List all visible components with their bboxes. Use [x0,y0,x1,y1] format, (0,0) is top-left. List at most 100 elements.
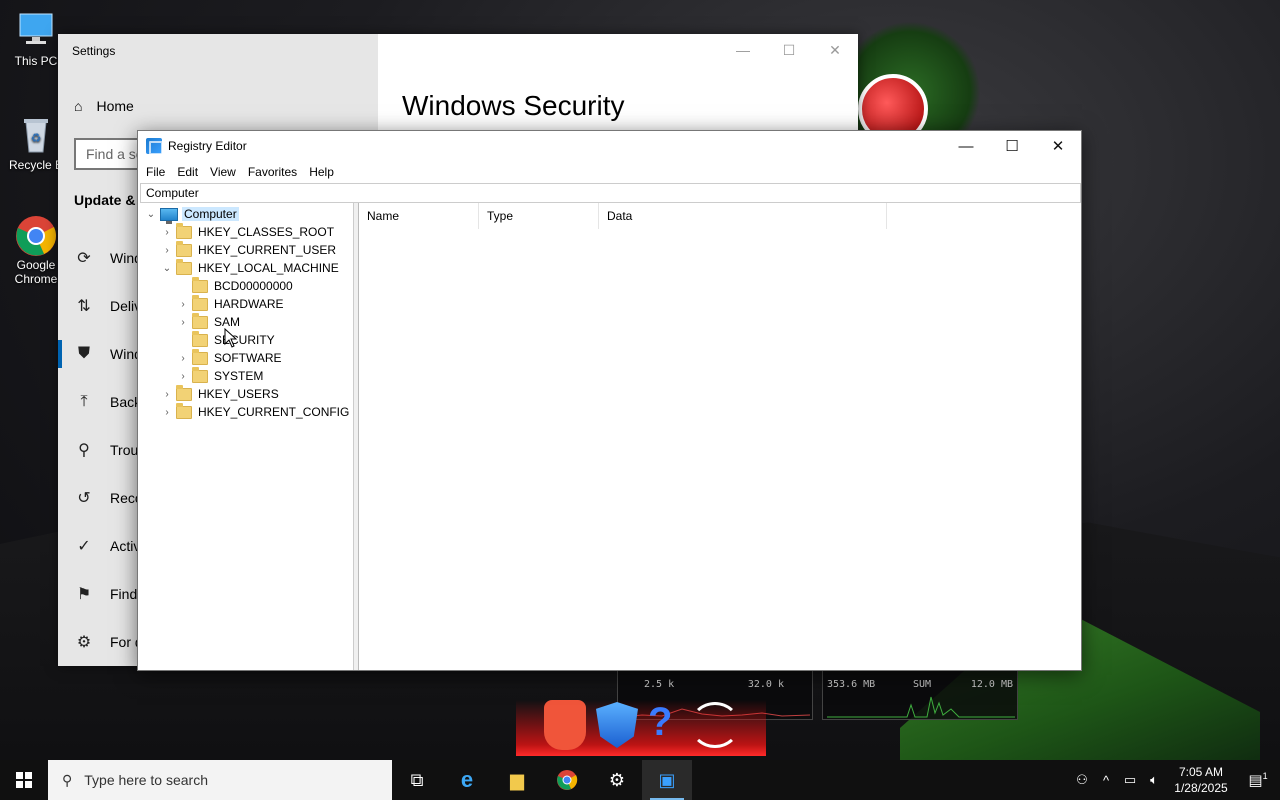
folder-icon [192,366,208,383]
menu-favorites[interactable]: Favorites [242,165,303,179]
refresh-icon[interactable] [690,702,740,748]
folder-icon [176,384,192,401]
tree-node-software[interactable]: › SOFTWARE [176,348,282,367]
chevron-right-icon[interactable]: › [160,407,174,418]
tree-node-hkey-classes-root[interactable]: › HKEY_CLASSES_ROOT [160,222,335,241]
minimize-icon[interactable]: — [943,131,989,161]
settings-window-title: Settings [72,44,116,58]
folder-icon [176,240,192,257]
chevron-down-icon[interactable]: ⌄ [160,263,174,274]
chrome-icon [14,214,58,256]
regedit-address-bar[interactable]: Computer [140,183,1081,203]
chrome-icon [557,770,578,790]
column-header-name[interactable]: Name [359,203,479,229]
menu-file[interactable]: File [140,165,171,179]
regedit-title: Registry Editor [168,139,247,153]
tree-node-label: SOFTWARE [214,351,282,365]
wise-care-icon[interactable] [596,702,638,748]
recycle-bin-icon: ♻ [14,114,58,154]
menu-help[interactable]: Help [303,165,340,179]
regedit-values-pane[interactable]: Name Type Data [359,203,1081,670]
tree-node-hkey-users[interactable]: › HKEY_USERS [160,384,279,403]
regedit-tree-pane: ⌄ Computer › HKEY_CLASSES_ROOT › HKEY_CU… [138,203,354,670]
folder-icon: ▆ [510,769,524,790]
chevron-right-icon[interactable]: › [176,317,190,328]
clock-time: 7:05 AM [1178,765,1224,779]
chevron-right-icon[interactable]: › [160,227,174,238]
chevron-right-icon[interactable]: › [160,389,174,400]
folder-icon [192,312,208,329]
mouse-cursor-icon [224,328,238,348]
tree-node-hkey-local-machine[interactable]: ⌄ HKEY_LOCAL_MACHINE [160,258,339,277]
folder-icon [192,294,208,311]
regedit-caption-buttons: — ☐ ✕ [943,131,1081,161]
svg-text:♻: ♻ [31,131,42,145]
volume-icon[interactable]: 🔈︎ [1142,772,1166,788]
settings-home-label: Home [96,98,134,114]
people-icon[interactable]: ⚇ [1070,772,1094,788]
chevron-right-icon[interactable]: › [176,371,190,382]
taskbar-search-placeholder: Type here to search [84,772,209,788]
tree-node-hkey-current-config[interactable]: › HKEY_CURRENT_CONFIG [160,402,349,421]
chrome-taskbar-button[interactable] [542,760,592,800]
tree-node-computer[interactable]: ⌄ Computer [144,205,239,224]
notification-count: 1 [1262,771,1268,781]
column-header-type[interactable]: Type [479,203,599,229]
settings-caption-buttons: — ☐ ✕ [720,34,858,66]
monitor-icon [14,10,58,50]
folder-icon [192,330,208,347]
chevron-right-icon[interactable]: › [176,353,190,364]
gear-icon: ⚙ [608,769,626,790]
action-center-button[interactable]: ▤1 [1236,771,1280,789]
menu-edit[interactable]: Edit [171,165,204,179]
home-icon: ⌂ [74,98,83,114]
chevron-right-icon[interactable]: › [176,299,190,310]
maximize-icon[interactable]: ☐ [989,131,1035,161]
network-icon[interactable]: ▭ [1118,772,1142,788]
settings-section-title: Update & [74,192,136,208]
system-tray: ⚇ ^ ▭ 🔈︎ 7:05 AM 1/28/2025 ▤1 [1070,760,1280,800]
chevron-up-icon[interactable]: ^ [1094,773,1118,788]
help-icon[interactable]: ? [648,700,684,746]
widget-left-value: 353.6 MB [827,679,876,690]
registry-editor-window[interactable]: Registry Editor — ☐ ✕ File Edit View Fav… [137,130,1082,671]
widget-sum-label: SUM [913,679,932,690]
widget-left-value: 2.5 k [644,679,675,690]
minimize-icon[interactable]: — [720,34,766,66]
search-icon: ⚲ [62,771,73,788]
tree-node-system[interactable]: › SYSTEM [176,366,263,385]
tree-node-label: HKEY_CLASSES_ROOT [198,225,335,239]
tree-node-label: HKEY_LOCAL_MACHINE [198,261,339,275]
regedit-taskbar-button[interactable]: ▣ [642,760,692,800]
column-header-data[interactable]: Data [599,203,887,229]
network-monitor-widget: 353.6 MB SUM 12.0 MB [822,668,1018,720]
taskbar-search-box[interactable]: ⚲ Type here to search [48,760,392,800]
settings-home-link[interactable]: ⌂ Home [74,98,134,114]
start-button[interactable] [0,760,48,800]
tree-node-hardware[interactable]: › HARDWARE [176,294,284,313]
tree-node-hkey-current-user[interactable]: › HKEY_CURRENT_USER [160,240,336,259]
close-icon[interactable]: ✕ [812,34,858,66]
regedit-title-bar[interactable]: Registry Editor — ☐ ✕ [138,131,1081,161]
task-view-icon: ⧉ [410,769,424,790]
file-explorer-taskbar-button[interactable]: ▆ [492,760,542,800]
maximize-icon[interactable]: ☐ [766,34,812,66]
developer-icon: ⚙ [76,634,92,651]
folder-icon [192,348,208,365]
chevron-down-icon[interactable]: ⌄ [144,209,158,220]
task-view-button[interactable]: ⧉ [392,760,442,800]
regedit-menubar: File Edit View Favorites Help [138,161,340,183]
edge-taskbar-button[interactable]: e [442,760,492,800]
registry-editor-icon [146,138,163,155]
brave-browser-icon[interactable] [544,700,586,750]
menu-view[interactable]: View [204,165,242,179]
widget-sparkline [827,696,1015,718]
tree-node-bcd[interactable]: BCD00000000 [176,276,293,295]
tree-node-label: Computer [182,207,239,221]
clock-date: 1/28/2025 [1174,781,1228,795]
tree-node-label: HARDWARE [214,297,284,311]
chevron-right-icon[interactable]: › [160,245,174,256]
close-icon[interactable]: ✕ [1035,131,1081,161]
taskbar-clock[interactable]: 7:05 AM 1/28/2025 [1166,764,1236,796]
settings-taskbar-button[interactable]: ⚙ [592,760,642,800]
